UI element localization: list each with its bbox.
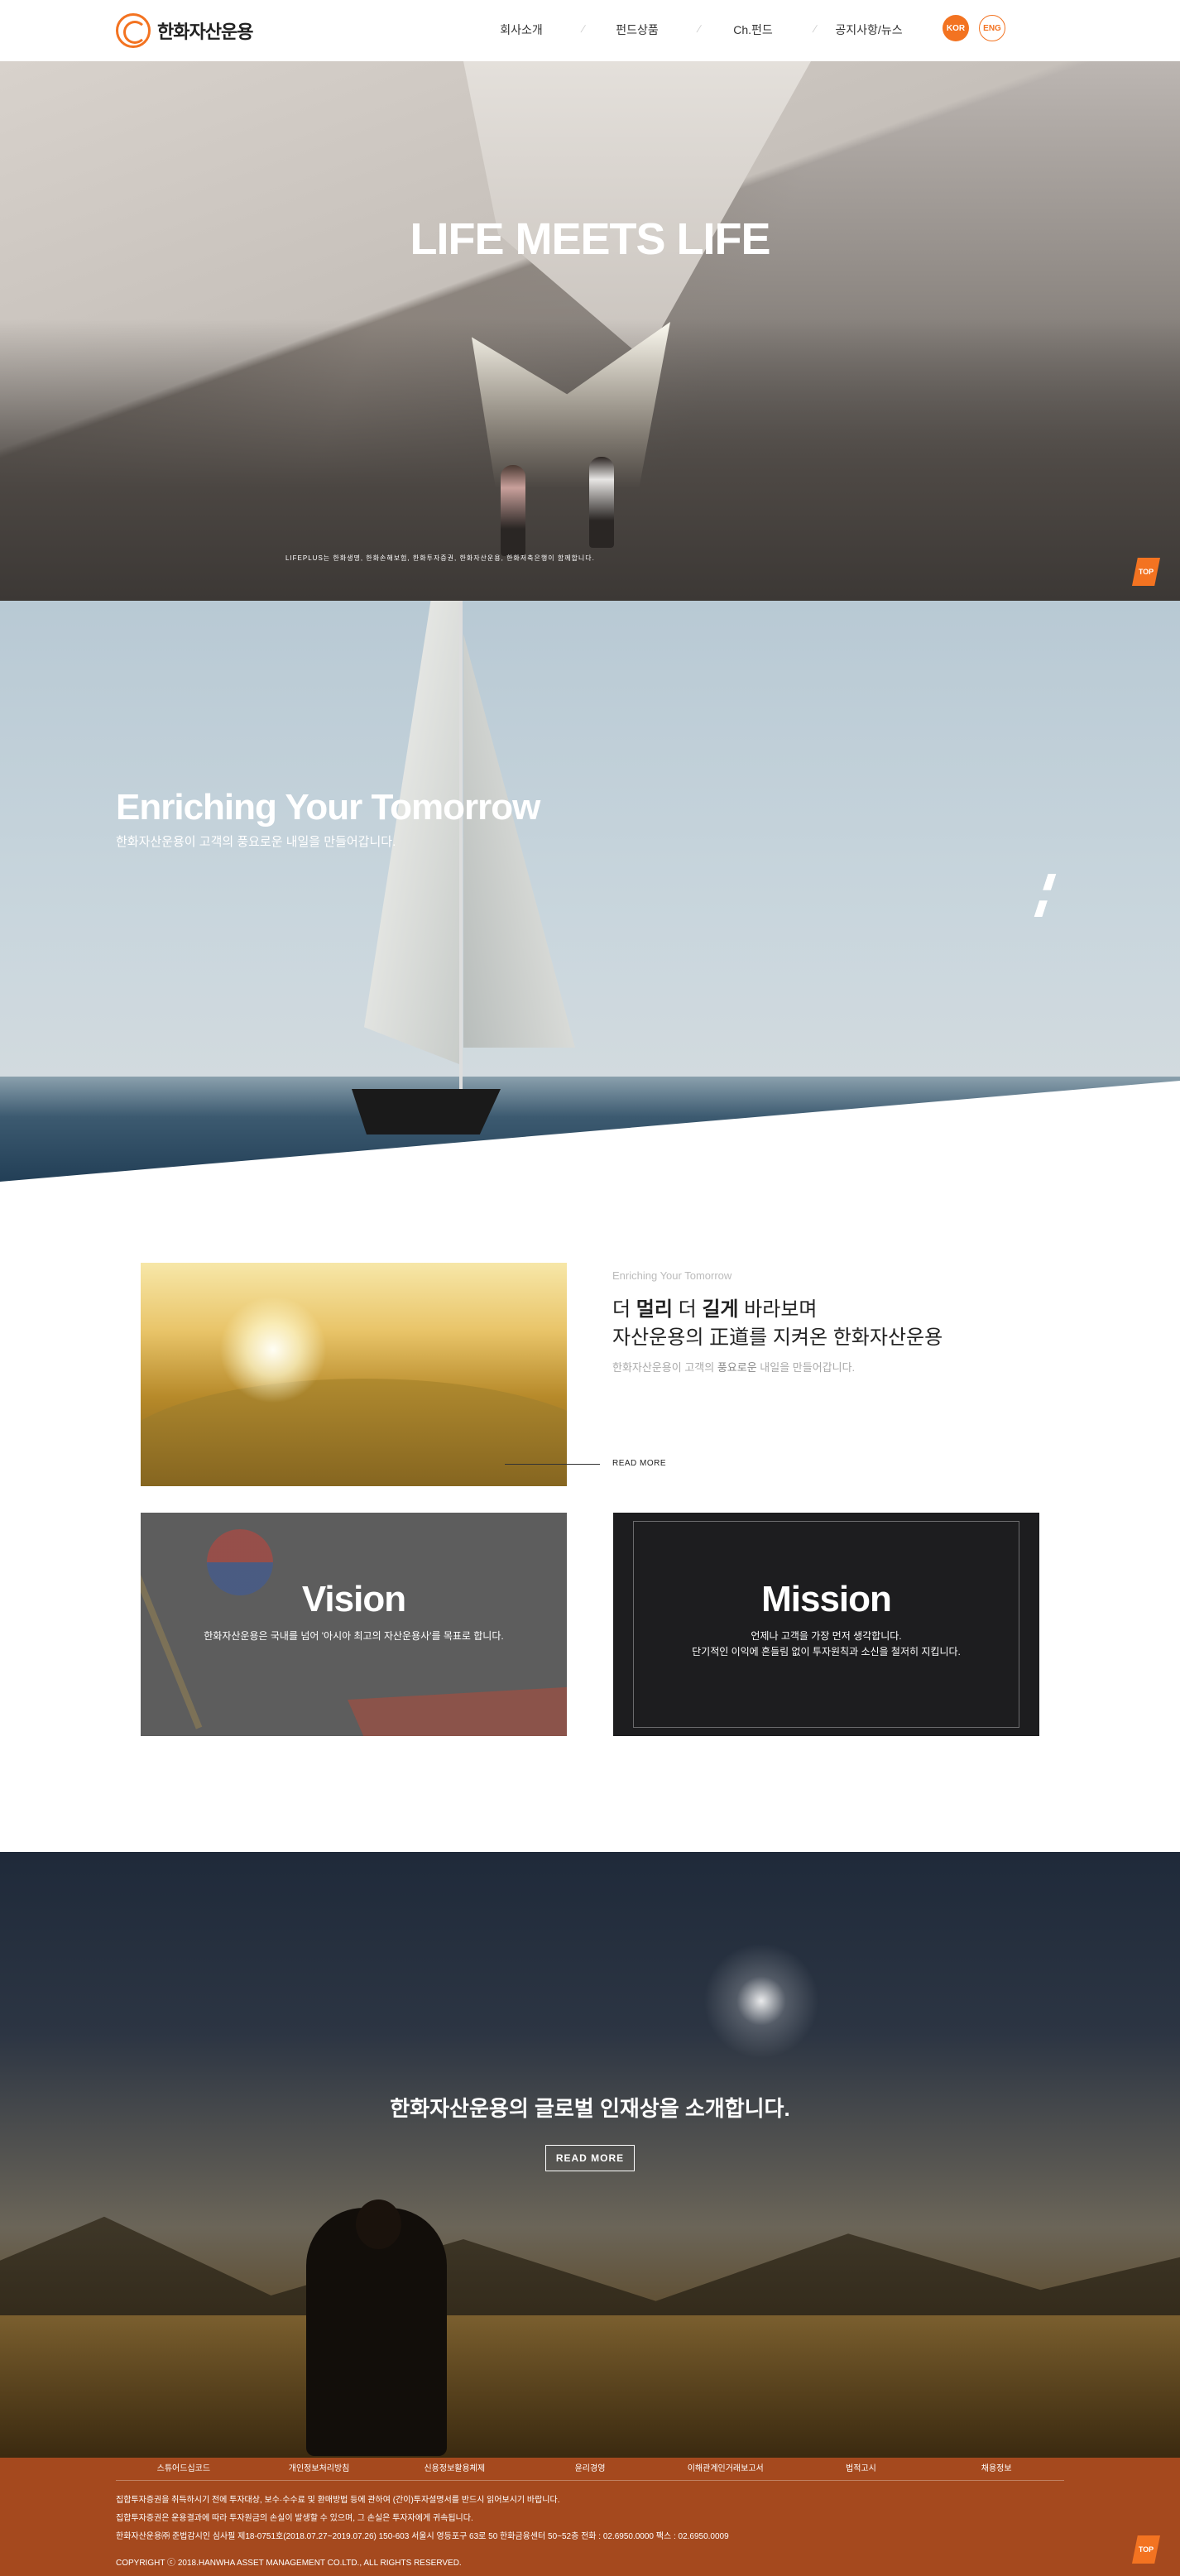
vision-text: 한화자산운용은 국내를 넘어 '아시아 최고의 자산운용사'를 목표로 합니다. [204, 1630, 504, 1642]
banner-subtitle: 한화자산운용이 고객의 풍요로운 내일을 만들어갑니다. [116, 835, 396, 849]
logo-text: 한화자산운용 [157, 22, 253, 42]
sailboat-hull [352, 1089, 501, 1134]
nav-label: Ch.펀드 [733, 23, 773, 36]
desc-text: 한화자산운용이 고객의 [612, 1361, 717, 1374]
nav-label: 펀드상품 [616, 23, 659, 36]
heading-emphasis: 길게 [702, 1298, 739, 1321]
intro-section: Enriching Your Tomorrow 더 멀리 더 길게 바라보며 자… [0, 1182, 1180, 1852]
logo-icon [116, 13, 151, 48]
heading-text: 더 [612, 1298, 636, 1321]
footer-notice-1: 집합투자증권을 취득하시기 전에 투자대상, 보수·수수료 및 환매방법 등에 … [116, 2496, 560, 2505]
mission-frame [633, 1521, 1019, 1728]
read-more-link[interactable]: READ MORE [612, 1459, 666, 1468]
hero-caption: LIFEPLUS는 한화생명, 한화손해보험, 한화투자증권, 한화자산운용, … [285, 554, 595, 562]
nav-item-notice[interactable]: 공지사항/뉴스 [811, 22, 927, 38]
photo-sun [219, 1296, 327, 1403]
intro-heading-line1: 더 멀리 더 길게 바라보며 [612, 1293, 818, 1322]
footer-link-credit-info[interactable]: 신용정보활용체제 [386, 2458, 522, 2480]
mission-text-line1: 언제나 고객을 가장 먼저 생각합니다. [751, 1630, 902, 1642]
nav-item-funds[interactable]: 펀드상품 / [579, 22, 702, 38]
sailboat-jib [463, 634, 575, 1048]
hero-section: LIFE MEETS LIFE LIFEPLUS는 한화생명, 한화손해보험, … [0, 61, 1180, 601]
cape-shape [348, 1686, 567, 1736]
grass-field [0, 2315, 1180, 2458]
footer-copyright: COPYRIGHT ⓒ 2018.HANWHA ASSET MANAGEMENT… [116, 2559, 462, 2568]
nav-label: 회사소개 [500, 23, 543, 36]
mission-card[interactable]: Mission 언제나 고객을 가장 먼저 생각합니다. 단기적인 이익에 흔들… [613, 1513, 1039, 1736]
mission-title: Mission [761, 1579, 892, 1619]
hero-person [501, 465, 525, 556]
site-header: 한화자산운용 회사소개 / 펀드상품 / Ch.펀드 / 공지사항/뉴스 KOR EN… [0, 0, 1180, 61]
top-button[interactable]: TOP [1132, 2535, 1160, 2564]
footer-link-ethics[interactable]: 윤리경영 [522, 2458, 658, 2480]
footer-link-legal[interactable]: 법적고시 [794, 2458, 929, 2480]
footer-company-info: 한화자산운용㈜ 준법감시인 심사필 제18-0751호(2018.07.27~2… [116, 2532, 729, 2541]
vision-card[interactable]: Vision 한화자산운용은 국내를 넘어 '아시아 최고의 자산운용사'를 목… [141, 1513, 567, 1736]
lang-kor-button[interactable]: KOR [943, 15, 969, 41]
global-talent-section: 한화자산운용의 글로벌 인재상을 소개합니다. READ MORE [0, 1852, 1180, 2458]
logo[interactable]: 한화자산운용 [116, 13, 253, 48]
footer-notice-2: 집합투자증권은 운용결과에 따라 투자원금의 손실이 발생할 수 있으며, 그 … [116, 2514, 473, 2523]
footer-link-stewardship[interactable]: 스튜어드십코드 [116, 2458, 252, 2480]
talent-title: 한화자산운용의 글로벌 인재상을 소개합니다. [390, 2096, 790, 2121]
sky-sun [703, 1943, 819, 2059]
vision-title: Vision [301, 1579, 406, 1619]
talent-read-more-button[interactable]: READ MORE [545, 2145, 635, 2171]
mission-text: 언제나 고객을 가장 먼저 생각합니다. 단기적인 이익에 흔들림 없이 투자원… [613, 1629, 1039, 1660]
lang-eng-button[interactable]: ENG [979, 15, 1005, 41]
photo-hill [141, 1379, 567, 1486]
hero-person [589, 457, 614, 548]
footer-link-privacy[interactable]: 개인정보처리방침 [252, 2458, 387, 2480]
main-nav: 회사소개 / 펀드상품 / Ch.펀드 / 공지사항/뉴스 [463, 22, 927, 38]
heading-text: 더 [672, 1298, 703, 1321]
hiker-head [356, 2199, 401, 2249]
heading-text: 바라보며 [738, 1298, 818, 1321]
landscape-photo [141, 1263, 567, 1486]
sailboat-banner: Enriching Your Tomorrow 한화자산운용이 고객의 풍요로운… [0, 601, 1180, 1182]
intro-label: Enriching Your Tomorrow [612, 1269, 732, 1282]
footer-link-recruit[interactable]: 채용정보 [928, 2458, 1064, 2480]
heading-emphasis: 멀리 [636, 1298, 673, 1321]
read-more-line [505, 1464, 600, 1465]
footer-link-related-party[interactable]: 이해관계인거래보고서 [658, 2458, 794, 2480]
nav-item-ch-fund[interactable]: Ch.펀드 / [695, 22, 818, 38]
desc-emphasis: 풍요로운 [717, 1361, 757, 1374]
mission-text-line2: 단기적인 이익에 흔들림 없이 투자원칙과 소신을 철저히 지킵니다. [692, 1646, 961, 1657]
nav-label: 공지사항/뉴스 [835, 23, 903, 36]
sailboat-mast [459, 601, 463, 1097]
intro-heading-line2: 자산운용의 正道를 지켜온 한화자산운용 [612, 1326, 943, 1349]
banner-title: Enriching Your Tomorrow [116, 787, 540, 827]
slide-indicator-icon[interactable] [1034, 874, 1057, 917]
hero-title: LIFE MEETS LIFE [410, 214, 770, 264]
footer-links: 스튜어드십코드 개인정보처리방침 신용정보활용체제 윤리경영 이해관계인거래보고… [116, 2458, 1064, 2481]
nav-item-company[interactable]: 회사소개 / [463, 22, 586, 38]
desc-text: 내일을 만들어갑니다. [756, 1361, 856, 1374]
intro-description: 한화자산운용이 고객의 풍요로운 내일을 만들어갑니다. [612, 1359, 855, 1374]
site-footer: 스튜어드십코드 개인정보처리방침 신용정보활용체제 윤리경영 이해관계인거래보고… [0, 2458, 1180, 2576]
flag-pole [141, 1519, 203, 1729]
